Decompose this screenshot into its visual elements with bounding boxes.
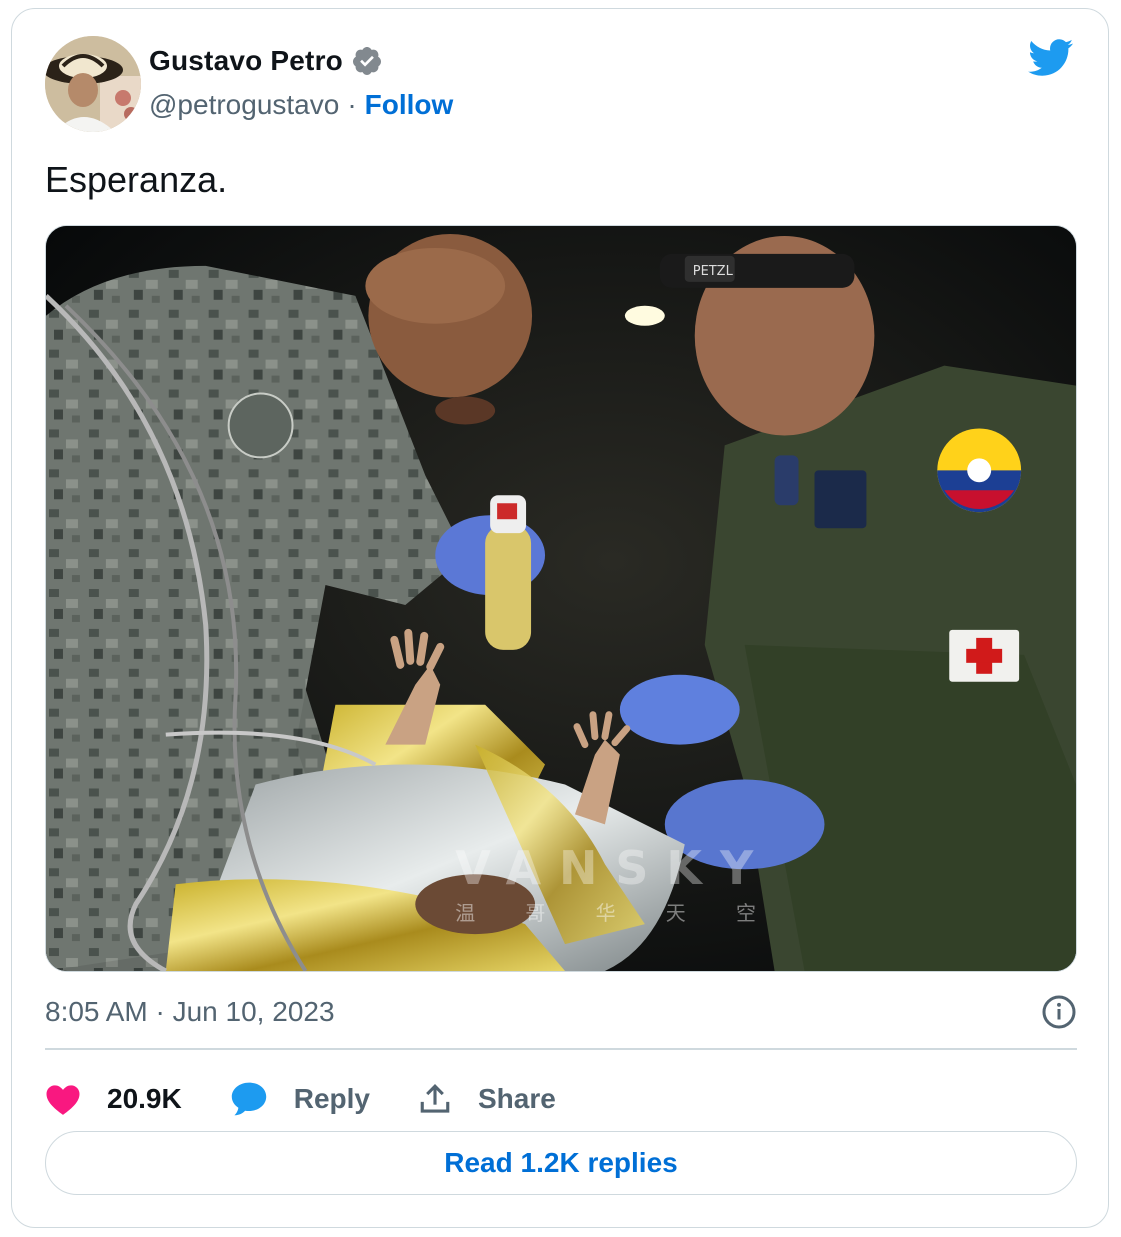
tweet-text: Esperanza. bbox=[45, 159, 228, 200]
like-count: 20.9K bbox=[107, 1083, 182, 1114]
share-button[interactable]: Share bbox=[418, 1082, 556, 1116]
share-upload-icon bbox=[420, 1084, 450, 1113]
reply-label: Reply bbox=[293, 1083, 370, 1114]
separator-dot: · bbox=[347, 89, 357, 120]
follow-button[interactable]: Follow bbox=[365, 89, 454, 121]
tweet-photo[interactable]: PETZL VANSKY 温 哥 华 天 空 bbox=[45, 225, 1077, 972]
tweet-timestamp[interactable]: 8:05 AM · Jun 10, 2023 bbox=[45, 996, 335, 1028]
divider bbox=[45, 1048, 1077, 1050]
info-icon[interactable] bbox=[1041, 994, 1077, 1030]
heart-icon bbox=[46, 1085, 80, 1115]
share-label: Share bbox=[477, 1083, 556, 1114]
headlamp-text: PETZL bbox=[693, 264, 734, 279]
rescue-photo-illustration: PETZL VANSKY 温 哥 华 天 空 bbox=[46, 226, 1076, 971]
reply-button[interactable]: Reply bbox=[230, 1081, 370, 1117]
tweet-meta-row: 8:05 AM · Jun 10, 2023 bbox=[45, 994, 1077, 1034]
read-replies-button[interactable]: Read 1.2K replies bbox=[45, 1131, 1077, 1195]
like-button[interactable]: 20.9K bbox=[45, 1082, 182, 1116]
author-avatar[interactable] bbox=[45, 36, 141, 132]
author-name-row: Gustavo Petro bbox=[149, 45, 383, 77]
twitter-bird-icon[interactable] bbox=[1028, 39, 1074, 77]
author-name[interactable]: Gustavo Petro bbox=[149, 45, 343, 77]
author-handle-row: @petrogustavo · Follow bbox=[149, 89, 453, 121]
reply-bubble-icon bbox=[231, 1082, 266, 1116]
author-handle[interactable]: @petrogustavo bbox=[149, 89, 339, 121]
watermark-text: VANSKY bbox=[455, 841, 771, 895]
tweet-embed-card: Gustavo Petro @petrogustavo · Follow Esp… bbox=[11, 8, 1109, 1228]
avatar-image bbox=[45, 36, 141, 132]
tweet-actions: 20.9K Reply Share bbox=[45, 1069, 604, 1129]
watermark-subtitle: 温 哥 华 天 空 bbox=[455, 901, 778, 925]
verified-badge-icon bbox=[352, 47, 381, 75]
